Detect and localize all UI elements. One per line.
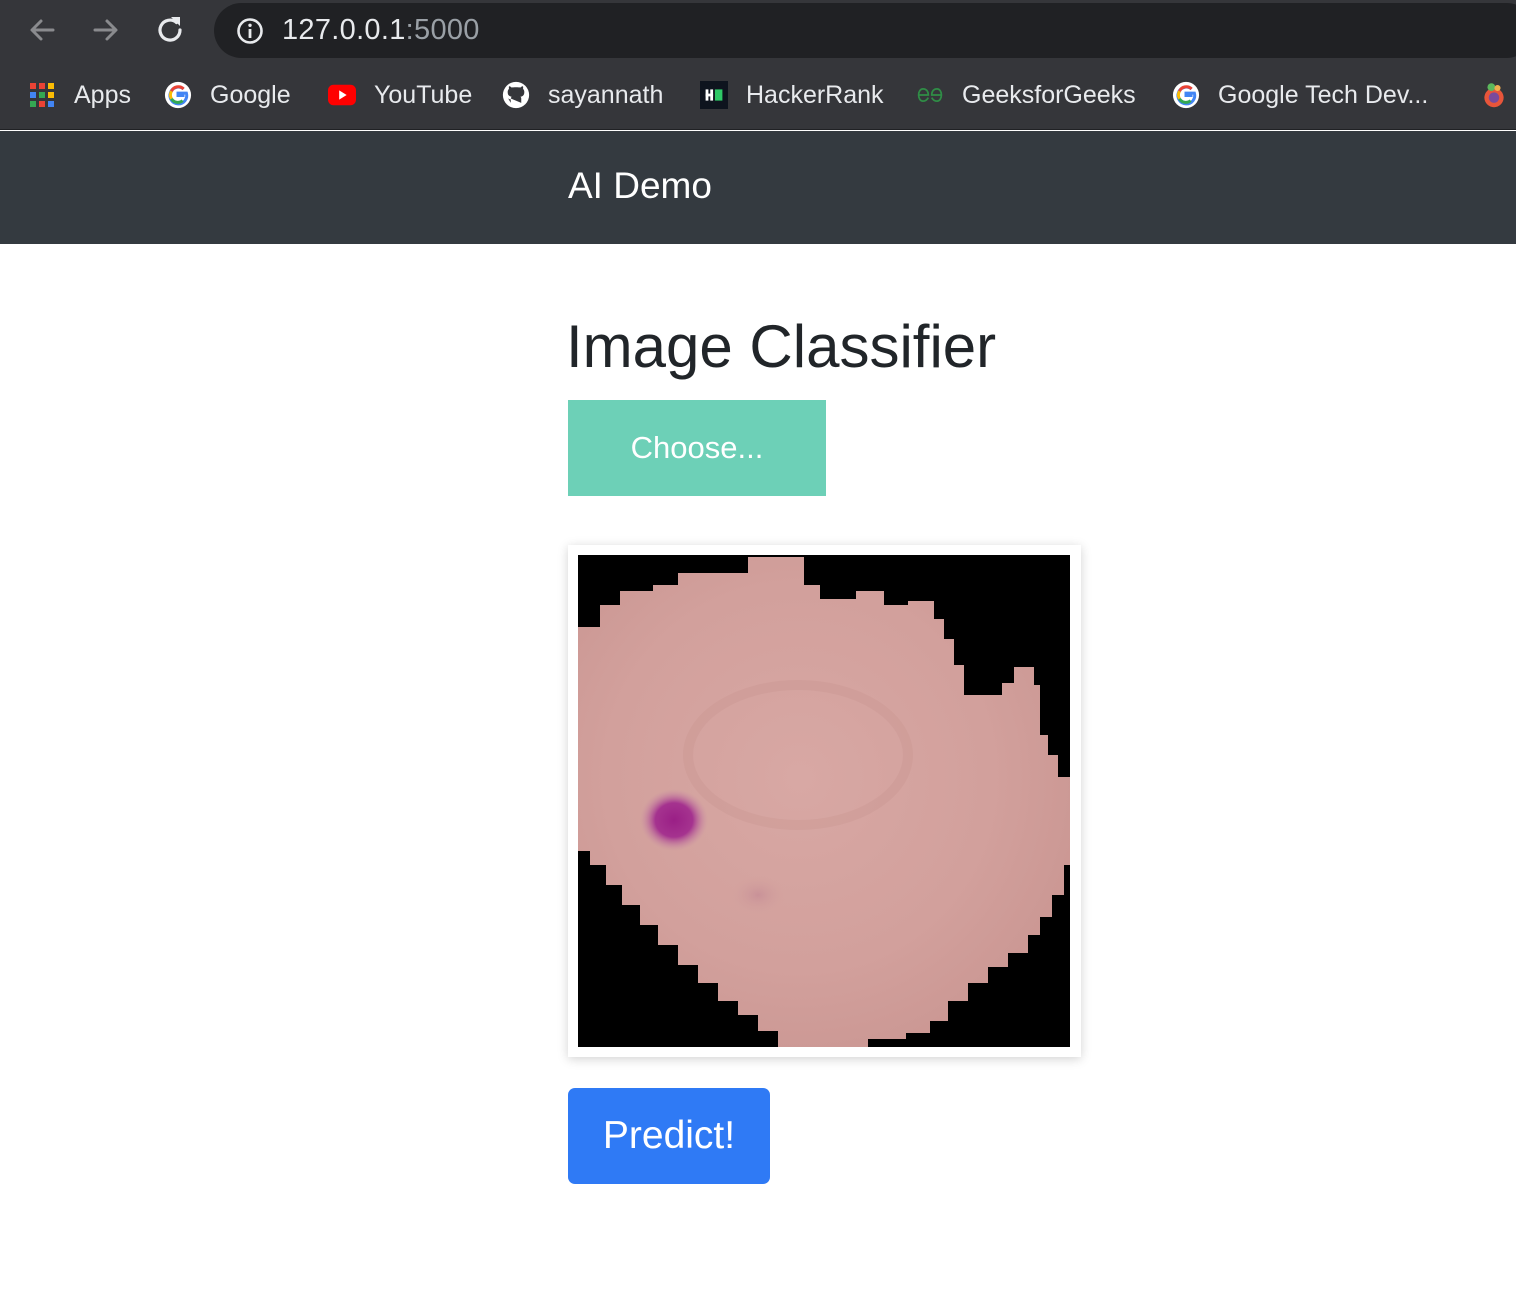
bookmark-label: sayannath (548, 80, 664, 109)
bookmark-github[interactable]: sayannath (502, 60, 663, 130)
bookmark-label: Google (210, 80, 291, 109)
navbar-brand[interactable]: AI Demo (568, 165, 712, 207)
bookmark-label: Google Tech Dev... (1218, 80, 1429, 109)
url-port: :5000 (405, 14, 480, 46)
navbar: AI Demo (0, 131, 1516, 244)
bookmark-google[interactable]: Google (164, 60, 291, 130)
bookmark-label: YouTube (374, 80, 473, 109)
bookmark-geeksforgeeks[interactable]: GeeksforGeeks (916, 60, 1136, 130)
cell-image (578, 555, 1070, 1047)
reload-button[interactable] (150, 10, 190, 50)
google-icon (1172, 81, 1200, 109)
page-title: Image Classifier (566, 313, 997, 380)
reload-icon (158, 17, 182, 42)
hackerrank-icon (700, 81, 728, 109)
address-bar[interactable]: 127.0.0.1:5000 (214, 3, 1516, 58)
google-icon (164, 81, 192, 109)
cell-image-svg (578, 555, 1070, 1047)
arrow-right-icon (93, 19, 118, 41)
bookmark-google-tech-dev[interactable]: Google Tech Dev... (1172, 60, 1428, 130)
bookmark-label: GeeksforGeeks (962, 80, 1136, 109)
choose-file-button[interactable]: Choose... (568, 400, 826, 496)
arrow-left-icon (30, 19, 55, 41)
bookmark-hackerrank[interactable]: HackerRank (700, 60, 884, 130)
image-preview (568, 545, 1081, 1057)
browser-toolbar: 127.0.0.1:5000 (0, 0, 1516, 60)
url-host: 127.0.0.1 (282, 14, 406, 46)
bookmark-overflow[interactable] (1480, 60, 1516, 130)
bookmark-label: HackerRank (746, 80, 884, 109)
predict-button[interactable]: Predict! (568, 1088, 770, 1184)
extension-icon (1480, 81, 1508, 109)
geeksforgeeks-icon (916, 81, 944, 109)
bookmark-apps[interactable]: Apps (28, 60, 131, 130)
parasite-stain (640, 789, 708, 851)
youtube-icon (328, 81, 356, 109)
github-icon (502, 81, 530, 109)
bookmarks-bar: Apps Google YouTube sayannath HackerRank… (0, 60, 1516, 130)
info-icon[interactable] (236, 17, 264, 45)
forward-button[interactable] (86, 10, 126, 50)
url-text[interactable]: 127.0.0.1:5000 (282, 14, 480, 47)
apps-grid-icon (28, 81, 56, 109)
back-button[interactable] (22, 10, 62, 50)
bookmark-youtube[interactable]: YouTube (328, 60, 472, 130)
bookmark-label: Apps (74, 80, 131, 109)
